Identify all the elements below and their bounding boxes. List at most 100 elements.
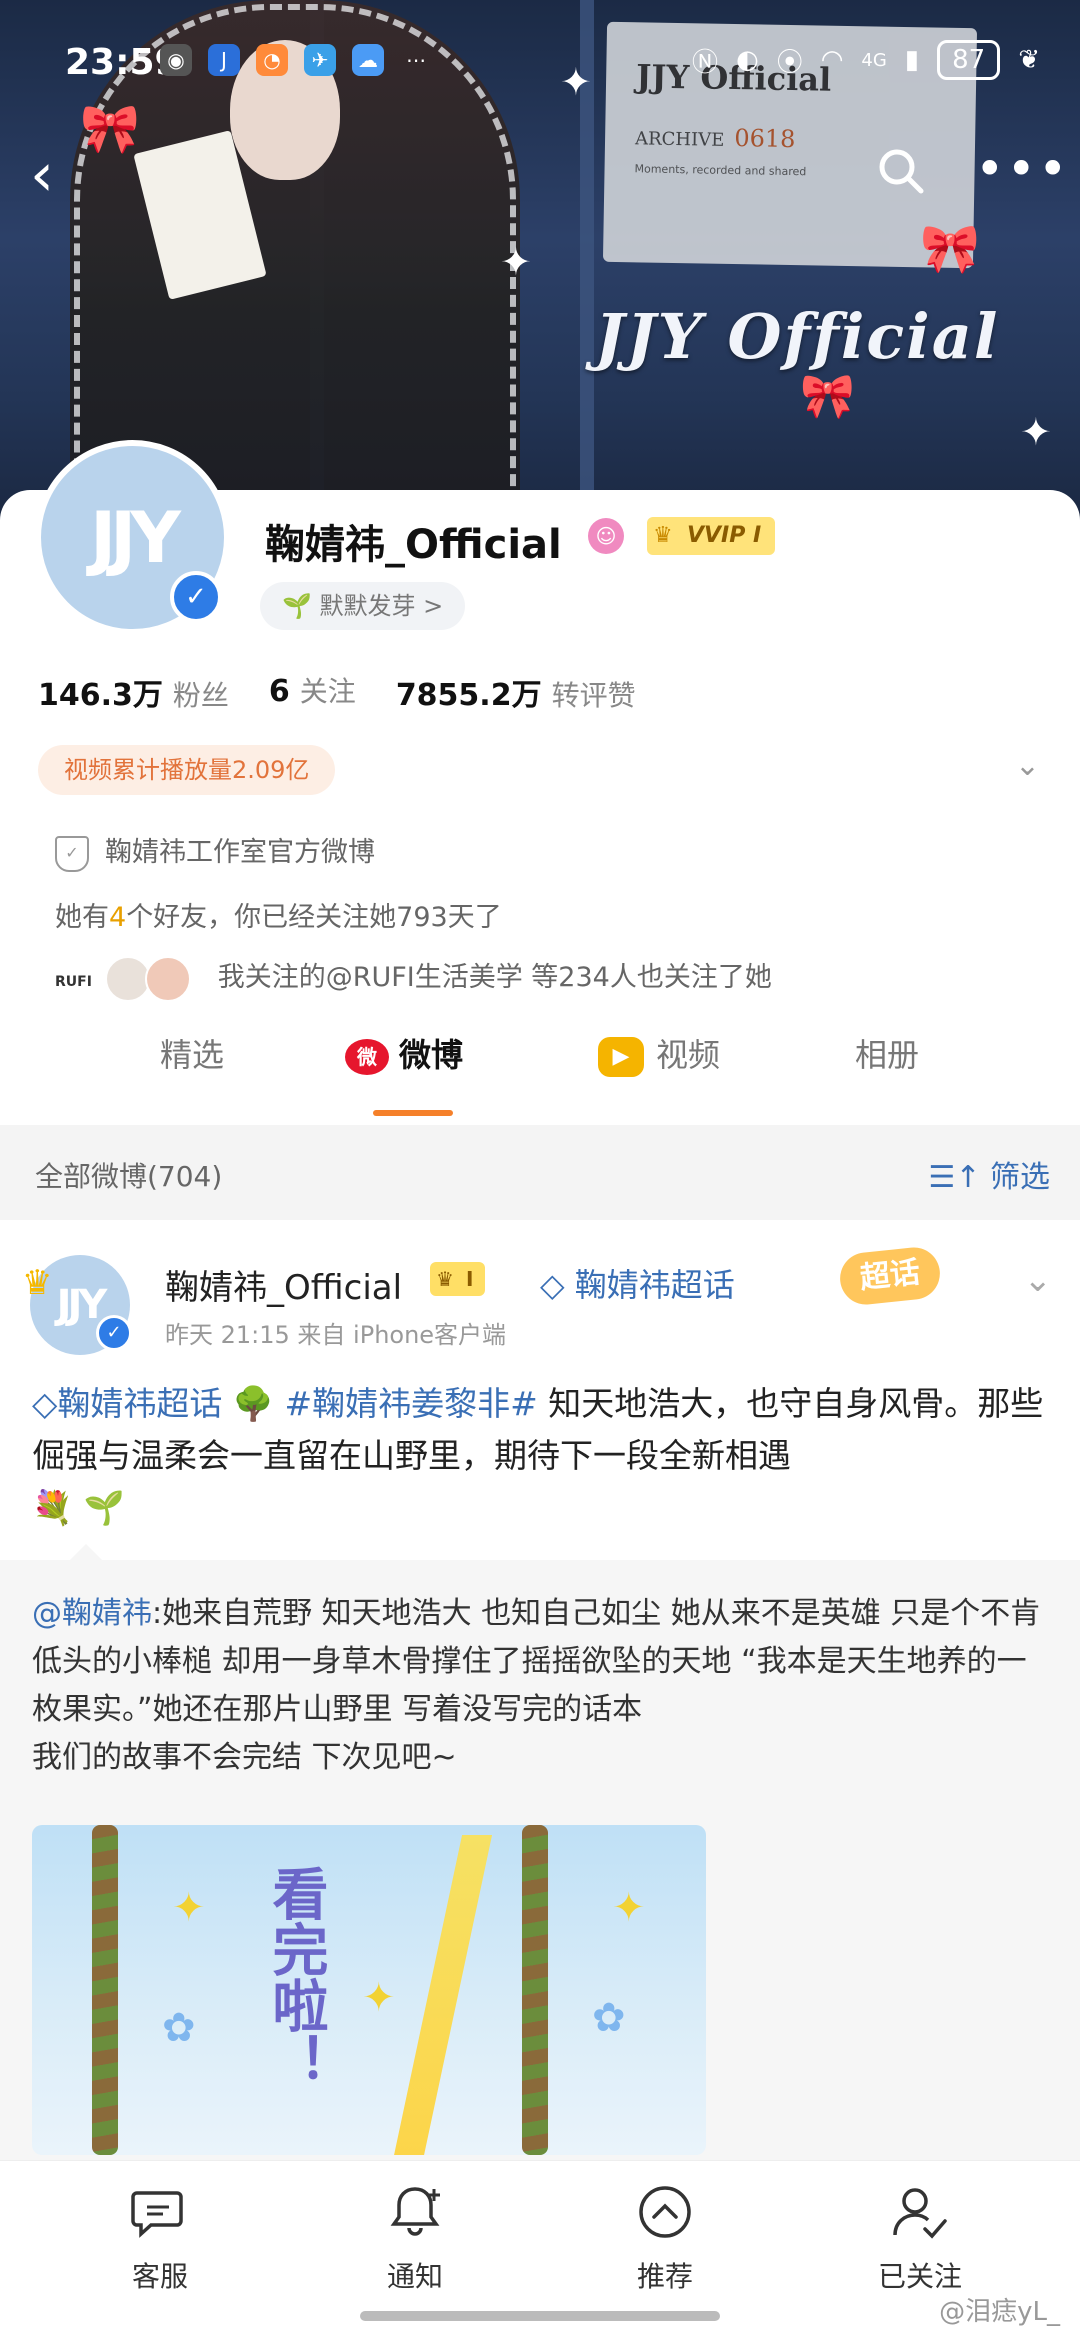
level-badge[interactable]: ♛ I — [430, 1262, 486, 1296]
followed-button[interactable]: 已关注 — [830, 2181, 1010, 2295]
chevron-down-icon[interactable]: ⌄ — [1024, 1260, 1053, 1300]
post-avatar[interactable]: ♛ JJY ✓ — [22, 1255, 132, 1355]
filter-icon: ☰↑ — [928, 1160, 990, 1195]
network-type: 4G — [861, 49, 887, 71]
app-notification-icon: ◉ — [160, 44, 192, 76]
app-notification-icon: ☁ — [352, 44, 384, 76]
post-meta: 昨天 21:15 来自 iPhone客户端 — [165, 1321, 507, 1349]
image-caption: 看完啦！ — [263, 1865, 328, 2089]
mutual-follow-info[interactable]: RUFI 我关注的@RUFI生活美学 等234人也关注了她 — [55, 955, 772, 1002]
super-topic-link[interactable]: ◇ 鞠婧祎超话 — [540, 1260, 735, 1306]
tab-album[interactable]: 相册 — [855, 1030, 919, 1076]
vine-decoration — [92, 1825, 118, 2155]
status-app-icons: ◉ J ◔ ✈ ☁ ⋯ — [160, 44, 432, 76]
stat-reposts[interactable]: 7855.2万 转评赞 — [396, 670, 636, 714]
tree-emoji: 🌳 — [232, 1384, 274, 1423]
super-topic-badge[interactable]: 超话 — [837, 1244, 943, 1308]
member-badge-icon[interactable]: ☺ — [588, 518, 624, 554]
sparkle-icon: ✦ — [1020, 410, 1052, 454]
battery-indicator: 87 — [937, 40, 1001, 80]
repost-block[interactable]: @鞠婧祎:她来自荒野 知天地浩大 也知自己如尘 她从来不是英雄 只是个不肯低头的… — [0, 1544, 1080, 2160]
customer-service-button[interactable]: 客服 — [70, 2181, 250, 2295]
chevron-down-icon[interactable]: ⌄ — [1015, 748, 1040, 783]
profile-name: 鞠婧祎_Official — [265, 522, 562, 568]
filter-button[interactable]: ☰↑ 筛选 — [928, 1152, 1050, 1196]
post-emoji: 💐 🌱 — [32, 1488, 125, 1527]
repost-arrow — [70, 1544, 102, 1560]
profile-card: JJY ✓ 鞠婧祎_Official ☺ ♛ VVIP I 🌱 默默发芽 > 14… — [0, 440, 1080, 1130]
recommend-button[interactable]: 推荐 — [575, 2181, 755, 2295]
tab-active-indicator — [373, 1110, 453, 1116]
chat-icon — [131, 2191, 183, 2238]
filter-bar: 全部微博(704) ☰↑ 筛选 — [0, 1125, 1080, 1220]
stat-following[interactable]: 6 关注 — [269, 670, 356, 714]
bow-icon: 🎀 — [800, 371, 855, 422]
sprout-chip[interactable]: 🌱 默默发芽 > — [260, 582, 466, 630]
crown-icon: ♛ — [436, 1267, 454, 1291]
notify-button[interactable]: 通知 — [325, 2181, 505, 2295]
mention-link[interactable]: @鞠婧祎 — [32, 1596, 152, 1631]
star-icon: ✦ — [362, 1975, 396, 2021]
verified-icon: ✓ — [96, 1315, 132, 1351]
profile-tabs: 精选 微微博 ▶ 视频 相册 — [0, 1010, 1080, 1116]
video-icon: ▶ — [598, 1037, 644, 1077]
weibo-icon: 微 — [345, 1039, 389, 1075]
post-author[interactable]: 鞠婧祎_Official — [165, 1260, 402, 1309]
avatar[interactable]: JJY ✓ — [35, 440, 230, 635]
flower-icon: ✿ — [162, 2005, 196, 2051]
verified-icon: ✓ — [170, 571, 222, 623]
all-posts-label[interactable]: 全部微博(704) — [35, 1155, 222, 1195]
bow-icon: 🎀 — [920, 221, 980, 277]
crown-icon: ♛ — [653, 523, 673, 548]
star-icon: ✦ — [172, 1885, 206, 1931]
video-play-count-chip[interactable]: 视频累计播放量2.09亿 — [38, 745, 336, 795]
location-icon: ⦿ — [776, 47, 803, 78]
recommend-icon — [639, 2186, 691, 2238]
tab-featured[interactable]: 精选 — [160, 1030, 224, 1076]
mutual-avatar — [145, 955, 192, 1002]
followed-user-icon — [893, 2188, 947, 2239]
tab-video[interactable]: ▶ 视频 — [598, 1030, 720, 1077]
back-icon[interactable]: ‹ — [30, 140, 54, 210]
dnd-icon: ◐ — [736, 45, 759, 75]
bell-icon — [390, 2187, 440, 2236]
archive-sub: ARCHIVE 0618 — [634, 124, 796, 154]
app-notification-icon: J — [208, 44, 240, 76]
status-right: Ⓝ ◐ ⦿ ◠ 4G ▮ 87 ❦ — [692, 40, 1040, 80]
bolt-decoration — [391, 1835, 493, 2155]
repost-image[interactable]: 看完啦！ ✦ ✦ ✦ ✿ ✿ — [32, 1825, 706, 2155]
archive-small: Moments, recorded and shared — [634, 162, 807, 179]
status-bar: 23:59 ◉ J ◔ ✈ ☁ ⋯ Ⓝ ◐ ⦿ ◠ 4G ▮ 87 ❦ — [0, 0, 1080, 120]
stat-fans[interactable]: 146.3万 粉丝 — [38, 670, 229, 714]
flower-icon: ✿ — [592, 1995, 626, 2041]
home-indicator[interactable] — [360, 2311, 720, 2321]
friends-info[interactable]: 她有4个好友，你已经关注她793天了 — [55, 895, 502, 934]
app-notification-icon: ✈ — [304, 44, 336, 76]
nfc-icon: Ⓝ — [691, 47, 718, 78]
app-notification-icon: ◔ — [256, 44, 288, 76]
sparkle-icon: ✦ — [500, 240, 532, 284]
banner-brand-text: JJY Official — [595, 300, 1000, 373]
post-card: ♛ JJY ✓ 鞠婧祎_Official ♛ I ◇ 鞠婧祎超话 超话 ⌄ 昨天 … — [0, 1220, 1080, 2160]
hashtag-link[interactable]: #鞠婧祎姜黎非# — [284, 1384, 537, 1423]
verified-info: ✓ 鞠婧祎工作室官方微博 — [55, 830, 375, 872]
mutual-avatar — [104, 955, 151, 1002]
signal-icon: ▮ — [904, 45, 920, 75]
post-text: ◇鞠婧祎超话 🌳 #鞠婧祎姜黎非# 知天地浩大，也守自身风骨。那些倔强与温柔会一… — [32, 1384, 1044, 1527]
vvip-badge[interactable]: ♛ VVIP I — [647, 517, 776, 555]
tab-weibo[interactable]: 微微博 — [345, 1030, 463, 1076]
crown-icon: ♛ — [22, 1263, 53, 1303]
shield-icon: ✓ — [55, 835, 89, 872]
topic-link[interactable]: ◇鞠婧祎超话 — [32, 1384, 222, 1423]
search-icon[interactable] — [875, 145, 927, 197]
wifi-icon: ◠ — [820, 45, 844, 75]
bottom-action-bar: 客服 通知 推荐 已关注 @泪痣yL_ — [0, 2160, 1080, 2341]
more-icon[interactable]: ••• — [975, 140, 1069, 198]
profile-stats: 146.3万 粉丝 6 关注 7855.2万 转评赞 — [38, 670, 636, 714]
repost-text: @鞠婧祎:她来自荒野 知天地浩大 也知自己如尘 她从来不是英雄 只是个不肯低头的… — [32, 1596, 1041, 1775]
star-icon: ✦ — [612, 1885, 646, 1931]
leaf-icon: ❦ — [1018, 45, 1040, 75]
watermark: @泪痣yL_ — [939, 2297, 1060, 2327]
vine-decoration — [522, 1825, 548, 2155]
more-notifications-icon: ⋯ — [406, 48, 426, 72]
